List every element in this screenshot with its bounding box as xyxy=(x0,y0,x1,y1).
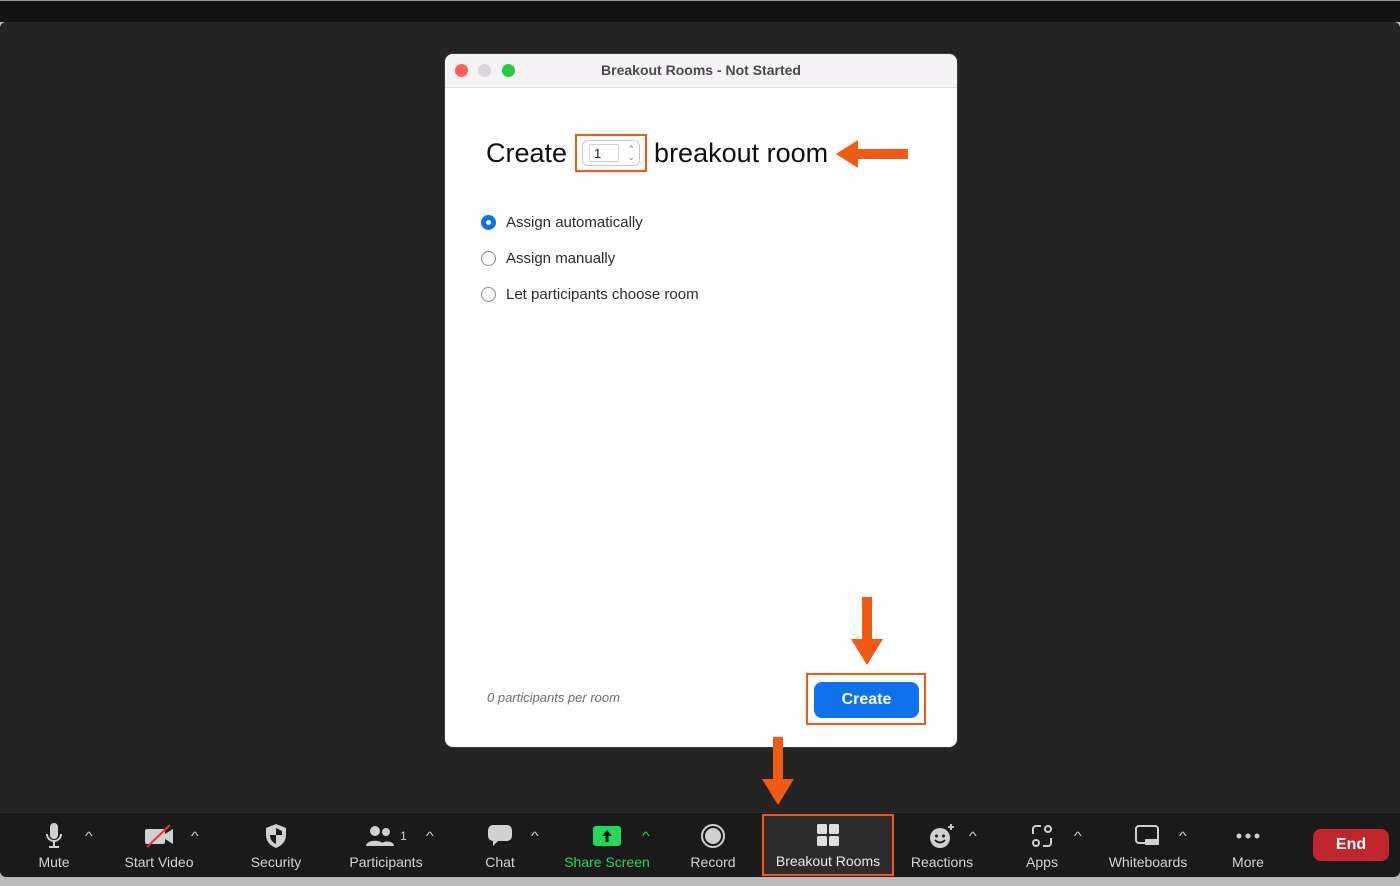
whiteboard-icon xyxy=(1135,821,1161,851)
option-assign-manually[interactable]: Assign manually xyxy=(481,240,699,276)
more-button[interactable]: More xyxy=(1226,813,1270,877)
share-screen-button[interactable]: Share Screen xyxy=(560,813,654,877)
option-assign-automatically[interactable]: Assign automatically xyxy=(481,204,699,240)
option-label: Assign manually xyxy=(506,249,616,267)
record-icon xyxy=(700,821,726,851)
record-button[interactable]: Record xyxy=(686,813,740,877)
option-participants-choose[interactable]: Let participants choose room xyxy=(481,276,699,312)
chat-options-caret[interactable]: ^ xyxy=(531,829,539,843)
breakout-rooms-overlay: Breakout Rooms xyxy=(766,812,890,876)
participant-count: 1 xyxy=(400,829,407,843)
start-video-button[interactable]: Start Video xyxy=(118,813,200,877)
whiteboards-button[interactable]: Whiteboards xyxy=(1104,813,1192,877)
security-button[interactable]: Security xyxy=(246,813,306,877)
create-suffix-label: breakout room xyxy=(654,137,829,168)
whiteboards-options-caret[interactable]: ^ xyxy=(1179,829,1187,843)
room-count-highlight: 1 ⌃ ⌄ xyxy=(575,134,648,172)
mute-options-caret[interactable]: ^ xyxy=(85,829,93,843)
share-screen-icon xyxy=(592,821,622,851)
video-options-caret[interactable]: ^ xyxy=(191,829,199,843)
reactions-button[interactable]: Reactions xyxy=(906,813,978,877)
participants-options-caret[interactable]: ^ xyxy=(426,829,434,843)
create-button[interactable]: Create xyxy=(814,682,919,718)
create-prefix-label: Create xyxy=(486,137,568,168)
down-arrow-annotation-breakout xyxy=(762,737,794,805)
radio-button[interactable] xyxy=(481,286,496,302)
shield-icon xyxy=(264,821,288,851)
participants-icon: 1 xyxy=(365,821,407,851)
reactions-options-caret[interactable]: ^ xyxy=(969,829,977,843)
meeting-toolbar: Mute ^ Start Video ^ Security 1 Particip… xyxy=(0,812,1400,877)
radio-button-checked[interactable] xyxy=(481,214,496,230)
create-rooms-row: Create 1 ⌃ ⌄ breakout room xyxy=(486,134,828,172)
dialog-titlebar: Breakout Rooms - Not Started xyxy=(445,54,957,88)
participants-per-room-text: 0 participants per room xyxy=(487,690,620,705)
room-count-stepper[interactable]: 1 ⌃ ⌄ xyxy=(582,140,641,166)
option-label: Let participants choose room xyxy=(506,285,699,303)
microphone-icon xyxy=(44,821,64,851)
assignment-options: Assign automatically Assign manually Let… xyxy=(481,204,699,312)
option-label: Assign automatically xyxy=(506,213,643,231)
chat-bubble-icon xyxy=(487,821,513,851)
down-arrow-annotation-create xyxy=(851,597,883,665)
dialog-title: Breakout Rooms - Not Started xyxy=(601,62,801,78)
apps-icon xyxy=(1030,821,1054,851)
mute-button[interactable]: Mute xyxy=(34,813,74,877)
participants-button[interactable]: 1 Participants xyxy=(344,813,428,877)
stepper-arrows-icon[interactable]: ⌃ ⌄ xyxy=(628,145,636,162)
chat-button[interactable]: Chat xyxy=(480,813,520,877)
smiley-plus-icon xyxy=(928,821,956,851)
breakout-rooms-grid-icon xyxy=(816,820,840,850)
radio-button[interactable] xyxy=(481,250,496,266)
apps-options-caret[interactable]: ^ xyxy=(1074,829,1082,843)
end-meeting-button[interactable]: End xyxy=(1313,829,1389,861)
left-arrow-annotation xyxy=(836,140,908,168)
video-off-icon xyxy=(143,821,175,851)
apps-button[interactable]: Apps xyxy=(1022,813,1062,877)
breakout-rooms-button-visible[interactable]: Breakout Rooms xyxy=(766,812,890,876)
share-options-caret[interactable]: ^ xyxy=(642,829,650,843)
screen-top-bar xyxy=(0,0,1400,22)
more-dots-icon xyxy=(1235,821,1261,851)
room-count-input[interactable]: 1 xyxy=(589,144,620,162)
